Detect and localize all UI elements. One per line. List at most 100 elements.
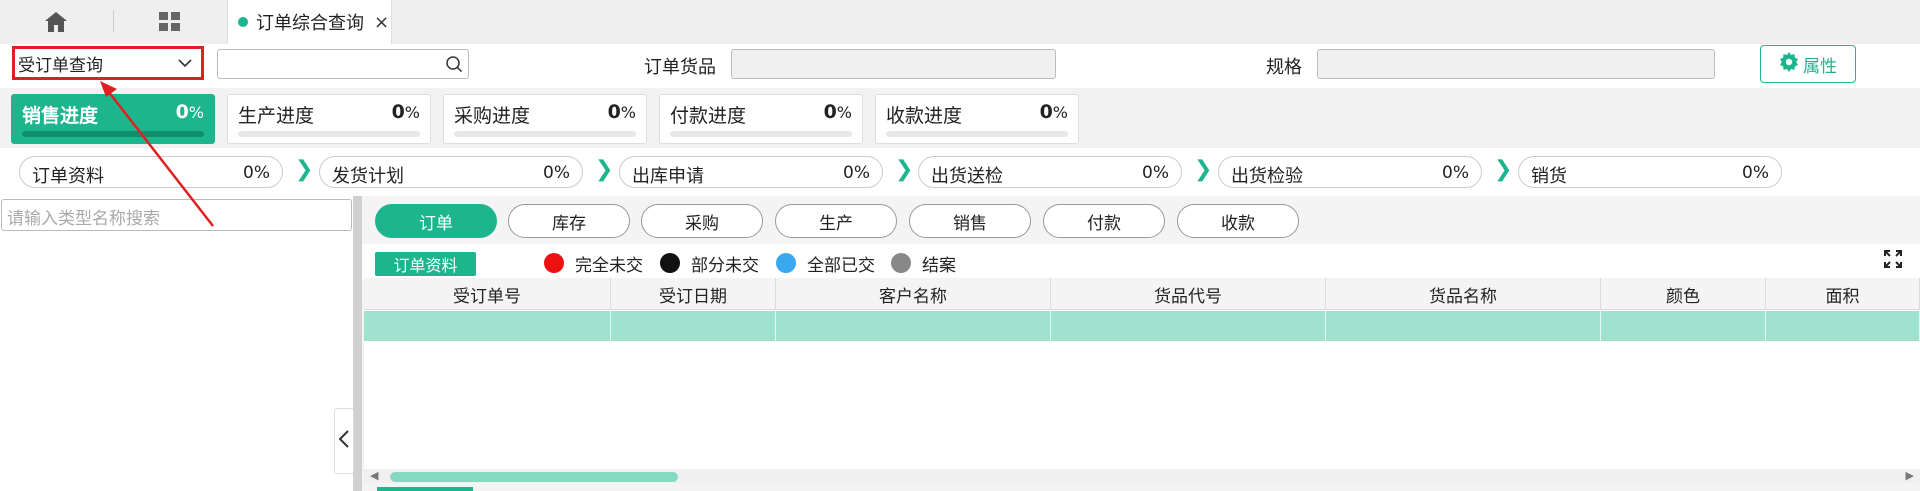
legend-label: 结案 xyxy=(922,256,956,276)
panel-tab[interactable]: 订单 xyxy=(375,204,497,238)
progress-value: 0% xyxy=(823,101,852,123)
table-cell[interactable] xyxy=(611,311,776,341)
legend-dot xyxy=(776,253,796,273)
tab-divider xyxy=(113,10,114,32)
scroll-right-icon[interactable]: ▶ xyxy=(1906,469,1914,482)
query-type-select[interactable]: 受订单查询 xyxy=(12,46,204,80)
chevron-right-icon: ❯ xyxy=(1494,157,1513,182)
progress-bar xyxy=(454,131,636,137)
panel-splitter[interactable] xyxy=(353,196,362,491)
legend-label: 全部已交 xyxy=(807,256,875,276)
grid-icon[interactable] xyxy=(150,0,190,44)
tab-status-dot xyxy=(238,17,248,27)
progress-bar xyxy=(22,131,204,137)
type-search-input[interactable]: 请输入类型名称搜索 xyxy=(1,199,352,231)
column-header[interactable]: 货品名称 xyxy=(1326,278,1601,310)
legend-label: 完全未交 xyxy=(575,256,643,276)
table-row[interactable] xyxy=(364,311,1920,341)
workflow-step-label: 出货送检 xyxy=(931,166,1003,187)
spec-label: 规格 xyxy=(1266,57,1302,78)
expand-icon[interactable] xyxy=(1884,250,1902,273)
column-header[interactable]: 货品代号 xyxy=(1051,278,1326,310)
tab-bar: 订单综合查询 × xyxy=(0,0,1920,44)
panel-tab[interactable]: 付款 xyxy=(1043,204,1165,238)
legend-dot xyxy=(660,253,680,273)
goods-label: 订单货品 xyxy=(644,57,716,78)
table-cell[interactable] xyxy=(364,311,611,341)
panel-tab[interactable]: 采购 xyxy=(641,204,763,238)
legend-label: 部分未交 xyxy=(691,256,759,276)
progress-value: 0% xyxy=(607,101,636,123)
table-cell[interactable] xyxy=(776,311,1051,341)
home-icon[interactable] xyxy=(30,0,82,44)
progress-bar xyxy=(238,131,420,137)
section-badge[interactable]: 订单资料 xyxy=(375,252,476,276)
close-icon[interactable]: × xyxy=(374,12,389,33)
legend-dot xyxy=(544,253,564,273)
tab-order-query[interactable]: 订单综合查询 × xyxy=(227,0,392,44)
column-header[interactable]: 受订单号 xyxy=(364,278,611,310)
workflow-step-label: 订单资料 xyxy=(32,166,104,187)
table-cell[interactable] xyxy=(1766,311,1920,341)
progress-value: 0% xyxy=(175,101,204,123)
column-header[interactable]: 颜色 xyxy=(1601,278,1766,310)
panel-tab[interactable]: 生产 xyxy=(775,204,897,238)
panel-tab[interactable]: 销售 xyxy=(909,204,1031,238)
chevron-right-icon: ❯ xyxy=(595,157,614,182)
grid-header: 受订单号 受订日期 客户名称 货品代号 货品名称 颜色 面积 xyxy=(364,278,1920,310)
table-cell[interactable] xyxy=(1326,311,1601,341)
chevron-left-icon xyxy=(338,429,350,454)
properties-label: 属性 xyxy=(1803,56,1837,77)
progress-value: 0% xyxy=(391,101,420,123)
workflow-step-value: 0% xyxy=(1442,163,1469,183)
progress-label: 生产进度 xyxy=(238,105,315,127)
workflow-step-value: 0% xyxy=(243,163,270,183)
table-cell[interactable] xyxy=(1051,311,1326,341)
scroll-left-icon[interactable]: ◀ xyxy=(370,469,378,482)
chevron-right-icon: ❯ xyxy=(895,157,914,182)
workflow-step-label: 出货检验 xyxy=(1231,166,1303,187)
chevron-right-icon: ❯ xyxy=(1194,157,1213,182)
progress-card[interactable]: 生产进度 0% xyxy=(227,94,431,144)
progress-card[interactable]: 采购进度 0% xyxy=(443,94,647,144)
legend-dot xyxy=(891,253,911,273)
column-header[interactable]: 面积 xyxy=(1766,278,1920,310)
column-header[interactable]: 受订日期 xyxy=(611,278,776,310)
gear-icon xyxy=(1779,51,1799,77)
collapse-panel-button[interactable] xyxy=(334,408,354,474)
workflow-step-value: 0% xyxy=(1742,163,1769,183)
progress-card[interactable]: 销售进度 0% xyxy=(11,94,215,144)
workflow-step-value: 0% xyxy=(1142,163,1169,183)
properties-button[interactable]: 属性 xyxy=(1760,45,1856,83)
panel-tab[interactable]: 库存 xyxy=(508,204,630,238)
workflow-step[interactable]: 出库申请 0% xyxy=(619,156,883,188)
goods-field[interactable] xyxy=(731,49,1056,79)
horizontal-scrollbar[interactable]: ◀ ▶ xyxy=(364,469,1920,483)
workflow-step[interactable]: 销货 0% xyxy=(1518,156,1782,188)
panel-tab[interactable]: 收款 xyxy=(1177,204,1299,238)
progress-bar xyxy=(670,131,852,137)
progress-label: 付款进度 xyxy=(670,105,747,127)
search-input[interactable] xyxy=(217,49,469,79)
workflow-step[interactable]: 出货送检 0% xyxy=(918,156,1182,188)
workflow-step[interactable]: 订单资料 0% xyxy=(19,156,283,188)
workflow-step[interactable]: 出货检验 0% xyxy=(1218,156,1482,188)
workflow-step-value: 0% xyxy=(843,163,870,183)
search-icon[interactable] xyxy=(445,55,463,78)
workflow-step-label: 出库申请 xyxy=(632,166,704,187)
progress-label: 采购进度 xyxy=(454,105,531,127)
spec-field[interactable] xyxy=(1317,49,1715,79)
workflow-step[interactable]: 发货计划 0% xyxy=(319,156,583,188)
chevron-right-icon: ❯ xyxy=(295,157,314,182)
table-cell[interactable] xyxy=(1601,311,1766,341)
progress-label: 销售进度 xyxy=(22,105,99,127)
progress-card[interactable]: 收款进度 0% xyxy=(875,94,1079,144)
workflow-step-label: 发货计划 xyxy=(332,166,404,187)
tab-label: 订单综合查询 xyxy=(256,13,364,34)
progress-value: 0% xyxy=(1039,101,1068,123)
workflow-step-label: 销货 xyxy=(1531,166,1567,187)
scroll-thumb[interactable] xyxy=(390,472,678,482)
column-header[interactable]: 客户名称 xyxy=(776,278,1051,310)
progress-card[interactable]: 付款进度 0% xyxy=(659,94,863,144)
workflow-step-value: 0% xyxy=(543,163,570,183)
